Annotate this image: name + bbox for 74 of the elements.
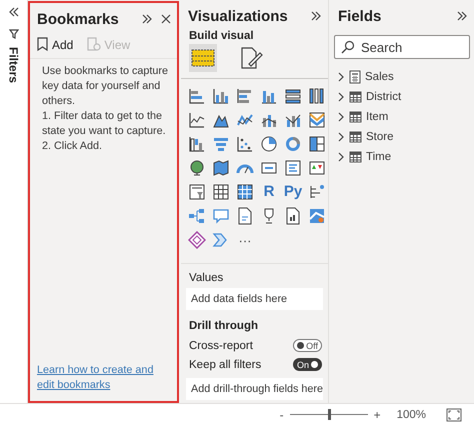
toggle-label: Cross-report [189,340,253,352]
map-icon[interactable] [212,159,230,177]
panel-title: Visualizations [188,8,288,24]
bar-chart-icon[interactable] [188,87,206,105]
field-table-name[interactable]: Store [366,131,394,143]
matrix-icon[interactable] [236,183,254,201]
slicer-icon[interactable] [188,183,206,201]
visual-button[interactable]: R [260,183,278,201]
fit-page-icon[interactable] [446,408,462,422]
build-tab[interactable] [189,44,217,72]
ribbon-chart-icon[interactable] [308,111,326,129]
table-icon [349,151,362,163]
field-table-name[interactable]: Sales [365,71,394,83]
table-icon [349,131,362,143]
expand-icon[interactable] [141,14,153,24]
drop-field[interactable]: Add drill-through fields here [186,378,323,400]
donut-chart-icon[interactable] [284,135,302,153]
drop-field[interactable]: Add data fields here [186,288,323,310]
expand-icon[interactable] [456,11,468,21]
chevron-right-icon[interactable] [337,92,345,102]
more-button[interactable]: ··· [236,231,254,249]
tree-diagram-icon[interactable] [188,207,206,225]
scatter-chart-icon[interactable] [236,135,254,153]
chevron-right-icon[interactable] [337,72,345,82]
globe-icon[interactable] [188,159,206,177]
bookmark-icon [36,37,49,52]
chevron-right-icon[interactable] [337,152,345,162]
calculator-icon [349,70,361,84]
toggle-label: Keep all filters [189,358,262,370]
add-button[interactable]: Add [36,37,74,52]
table-icon[interactable] [212,183,230,201]
table-icon [349,91,362,103]
report-icon[interactable] [236,207,254,225]
kpi-icon[interactable] [308,159,326,177]
pie-chart-icon[interactable] [260,135,278,153]
expand-icon[interactable] [310,11,322,21]
filters-pane-title[interactable]: Filters [8,47,20,84]
funnel-icon[interactable] [212,135,230,153]
card-icon[interactable] [284,159,302,177]
zoom-in-button[interactable]: + [374,408,381,422]
chevron-right-icon[interactable] [337,112,345,122]
column-chart-icon[interactable] [212,87,230,105]
collapse-icon[interactable] [8,7,18,17]
toggle-switch[interactable]: On [292,358,322,371]
field-table-name[interactable]: Time [366,151,392,163]
visual-button[interactable]: Py [284,183,302,201]
bar-chart-icon[interactable] [236,87,254,105]
field-label: Values [188,271,224,286]
speech-bubble-icon[interactable] [212,207,230,225]
zoom-out-button[interactable]: - [280,408,284,422]
zoom-slider[interactable] [290,409,368,420]
chevron-right-icon[interactable] [337,132,345,142]
diamond-icon[interactable] [188,231,206,249]
close-icon[interactable] [161,14,171,24]
column-chart-icon[interactable] [308,87,326,105]
toggle-switch[interactable]: Off [293,339,322,352]
field-table-name[interactable]: District [366,91,402,103]
panel-title: Bookmarks [37,10,119,28]
waterfall-chart-icon[interactable] [188,135,206,153]
panel-title: Fields [338,8,382,24]
section-title: Drill through [188,319,259,334]
field-table-name[interactable]: Item [366,111,388,123]
help-text: Use bookmarks to capture key data for yourself and others. 1. Filter data to get to the state you want to capture. 2. Click Add. [41,64,170,154]
search-field[interactable]: Search [334,35,470,59]
line-chart-icon[interactable] [188,111,206,129]
help-link[interactable]: Learn how to create and edit bookmarks [30,363,177,402]
slider-thumb[interactable] [328,409,331,420]
filter-icon [8,29,18,39]
table-icon [349,111,362,123]
bar-chart-icon[interactable] [284,87,302,105]
section-title: Build visual [188,29,255,44]
zoom-level: 100% [396,408,426,421]
view-icon [87,37,102,52]
treemap-icon[interactable] [308,135,326,153]
